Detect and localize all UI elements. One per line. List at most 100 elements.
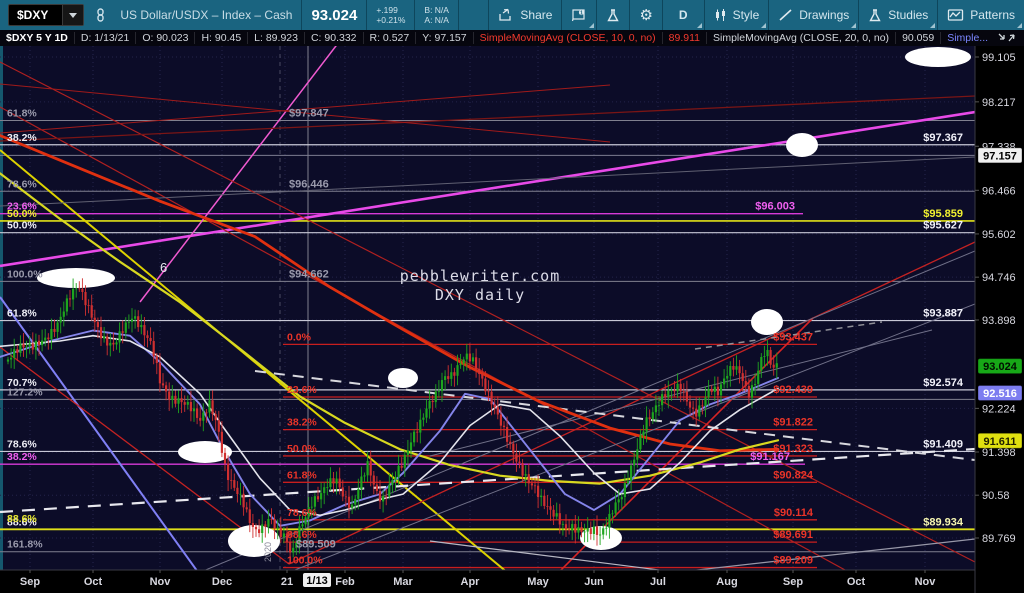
dropdown-caret	[851, 23, 857, 28]
link-symbol-button[interactable]	[90, 0, 111, 30]
chart-corner-tools[interactable]	[996, 31, 1018, 49]
patterns-button[interactable]: Patterns	[938, 0, 1024, 30]
svg-text:Sep: Sep	[783, 576, 803, 588]
share-label: Share	[520, 8, 553, 22]
bid-value: B: N/A	[424, 5, 449, 15]
svg-text:Dec: Dec	[212, 576, 232, 588]
svg-text:Apr: Apr	[461, 576, 481, 588]
top-toolbar: $DXY US Dollar/USDX – Index – Cash 93.02…	[0, 0, 1024, 30]
share-icon	[499, 8, 512, 21]
trading-app-window: { "toolbar": { "symbol": "$DXY", "descri…	[0, 0, 1024, 593]
svg-text:99.105: 99.105	[982, 52, 1016, 64]
svg-text:DXY daily: DXY daily	[435, 286, 525, 304]
svg-text:Nov: Nov	[915, 576, 937, 588]
symbol-selector[interactable]: $DXY	[8, 4, 85, 26]
svg-text:78.6%: 78.6%	[7, 438, 37, 450]
studies-beaker-icon	[869, 8, 881, 21]
dropdown-caret	[1017, 23, 1022, 28]
studies-button[interactable]: Studies	[859, 0, 939, 30]
svg-text:$91.323: $91.323	[773, 443, 813, 455]
svg-text:100.0%: 100.0%	[287, 555, 323, 567]
link-icon	[97, 8, 105, 22]
dropdown-caret	[589, 23, 595, 28]
status-range: R: 0.527	[364, 32, 417, 44]
alerts-button[interactable]: 1	[562, 0, 598, 30]
svg-text:1: 1	[580, 10, 583, 16]
status-high: H: 90.45	[195, 32, 249, 44]
svg-text:6: 6	[160, 260, 167, 275]
svg-text:$89.934: $89.934	[923, 516, 964, 528]
drawings-button[interactable]: Drawings	[769, 0, 860, 30]
dropdown-caret	[761, 23, 767, 28]
svg-text:Jul: Jul	[650, 576, 666, 588]
svg-text:38.2%: 38.2%	[287, 417, 317, 429]
svg-text:61.8%: 61.8%	[7, 108, 37, 120]
svg-text:$96.446: $96.446	[289, 178, 329, 190]
chart-status-bar: $DXY 5 Y 1D D: 1/13/21 O: 90.023 H: 90.4…	[0, 30, 1024, 46]
svg-text:1/13: 1/13	[306, 575, 327, 587]
study-more-label[interactable]: Simple...	[941, 32, 994, 44]
svg-text:161.8%: 161.8%	[7, 539, 43, 551]
price-change-pct: +0.21%	[376, 15, 406, 25]
svg-text:91.611: 91.611	[983, 436, 1016, 448]
svg-text:$89.691: $89.691	[773, 529, 813, 541]
study-sma20-label[interactable]: SimpleMovingAvg (CLOSE, 20, 0, no)	[707, 32, 897, 44]
style-button[interactable]: Style	[705, 0, 770, 30]
svg-text:89.769: 89.769	[982, 533, 1016, 545]
svg-text:$96.003: $96.003	[755, 201, 795, 213]
svg-text:95.602: 95.602	[982, 229, 1016, 241]
study-sma10-value: 89.911	[663, 32, 707, 44]
study-sma10-label[interactable]: SimpleMovingAvg (CLOSE, 10, 0, no)	[474, 32, 663, 44]
svg-text:$92.439: $92.439	[773, 384, 813, 396]
status-year-high: Y: 97.157	[416, 32, 474, 44]
svg-text:88.6%: 88.6%	[287, 529, 317, 541]
svg-text:0.0%: 0.0%	[287, 331, 312, 343]
svg-text:$92.574: $92.574	[923, 377, 964, 389]
instrument-description: US Dollar/USDX – Index – Cash	[111, 0, 303, 30]
svg-text:Jun: Jun	[584, 576, 604, 588]
symbol-dropdown-button[interactable]	[62, 5, 84, 25]
svg-text:$91.822: $91.822	[773, 417, 813, 429]
svg-text:$90.824: $90.824	[773, 469, 814, 481]
symbol-input[interactable]: $DXY	[9, 8, 62, 22]
svg-text:$95.859: $95.859	[923, 208, 963, 220]
plot-background[interactable]	[0, 46, 975, 570]
quick-study-button[interactable]	[597, 0, 631, 30]
svg-text:$94.662: $94.662	[289, 268, 329, 280]
svg-text:Nov: Nov	[150, 576, 172, 588]
settings-button[interactable]: ⚙	[630, 0, 663, 30]
svg-text:Oct: Oct	[847, 576, 866, 588]
left-edge-strip	[0, 46, 3, 570]
svg-text:pebblewriter.com: pebblewriter.com	[400, 267, 561, 285]
svg-text:21: 21	[281, 576, 293, 588]
chart-canvas[interactable]: 38.2% $97.367 50.0% $95.859 50.0% $95.627 61.8…	[0, 0, 1024, 593]
patterns-label: Patterns	[970, 8, 1015, 22]
svg-text:Mar: Mar	[393, 576, 413, 588]
candlestick-style-icon	[715, 9, 725, 21]
beaker-icon	[607, 8, 620, 21]
svg-text:50.0%: 50.0%	[7, 220, 37, 232]
svg-text:$93.437: $93.437	[773, 331, 813, 343]
svg-text:94.746: 94.746	[982, 272, 1016, 284]
toolbar-spacer	[459, 0, 490, 30]
svg-text:127.2%: 127.2%	[7, 386, 43, 398]
price-change: +.199	[376, 5, 398, 15]
time-axis-background[interactable]	[0, 570, 975, 593]
svg-text:23.6%: 23.6%	[7, 201, 37, 213]
svg-text:91.398: 91.398	[982, 447, 1016, 459]
timeframe-label: D	[678, 8, 688, 22]
svg-text:97.157: 97.157	[983, 150, 1017, 162]
svg-text:$91.409: $91.409	[923, 438, 963, 450]
svg-text:2020: 2020	[263, 542, 273, 562]
gear-icon: ⚙	[639, 7, 653, 24]
share-button[interactable]: Share	[489, 0, 563, 30]
svg-text:Aug: Aug	[716, 576, 737, 588]
status-date: D: 1/13/21	[75, 32, 137, 44]
svg-text:61.8%: 61.8%	[287, 469, 317, 481]
svg-text:$97.367: $97.367	[923, 132, 963, 144]
svg-text:$89.209: $89.209	[773, 555, 813, 567]
flag-note-icon: 1	[572, 9, 586, 22]
svg-text:23.6%: 23.6%	[287, 384, 317, 396]
chevron-down-icon	[69, 12, 78, 18]
timeframe-button[interactable]: D	[663, 0, 705, 30]
